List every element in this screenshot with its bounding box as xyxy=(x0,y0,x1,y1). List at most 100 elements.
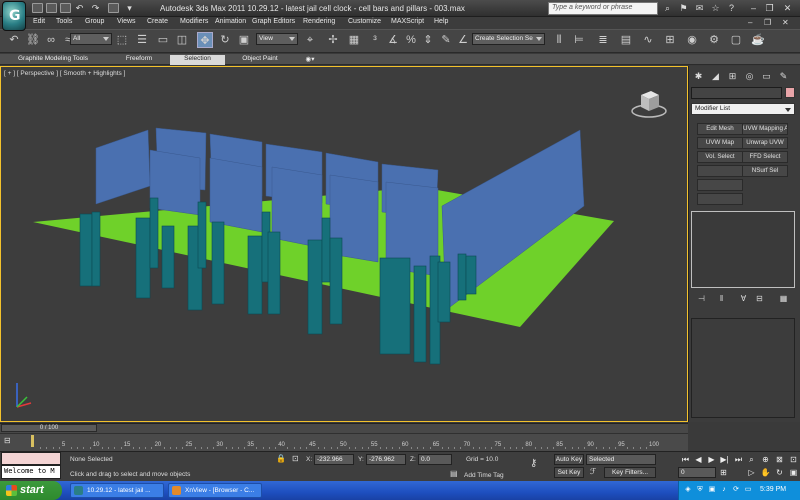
doc-restore-icon[interactable]: ❐ xyxy=(764,18,771,27)
show-end-result-icon[interactable]: ‖ xyxy=(716,294,727,304)
previous-frame-icon[interactable]: ◀ xyxy=(693,455,704,465)
wall-panel[interactable] xyxy=(95,129,151,205)
undo-tool-icon[interactable]: ↶ xyxy=(6,32,22,48)
menu-views[interactable]: Views xyxy=(117,18,136,25)
menu-animation[interactable]: Animation xyxy=(215,18,246,25)
create-tab-icon[interactable]: ✱ xyxy=(692,70,705,83)
zoom-icon[interactable]: ⌕ xyxy=(746,455,757,465)
tray-security-icon[interactable]: ⛨ xyxy=(696,486,704,494)
tray-network-icon[interactable]: ◈ xyxy=(684,486,692,494)
orbit-icon[interactable]: ↻ xyxy=(774,468,785,478)
vol-select-button[interactable]: Vol. Select xyxy=(697,151,743,163)
keyboard-shortcut-icon[interactable]: ▦ xyxy=(346,32,362,48)
uvw-map-button[interactable]: UVW Map xyxy=(697,137,743,149)
selection-filter-dropdown[interactable]: All xyxy=(70,33,112,45)
key-mode-dropdown[interactable]: Selected xyxy=(586,454,656,465)
pillar[interactable] xyxy=(329,237,343,325)
pillar[interactable] xyxy=(91,211,101,287)
reference-coordinate-dropdown[interactable]: View xyxy=(256,33,298,45)
edit-mesh-button[interactable]: Edit Mesh xyxy=(697,123,743,135)
tray-update-icon[interactable]: ⟳ xyxy=(732,486,740,494)
pillar[interactable] xyxy=(413,265,427,363)
tab-selection[interactable]: Selection xyxy=(170,55,225,65)
schematic-view-icon[interactable]: ⊞ xyxy=(662,32,678,48)
go-to-start-icon[interactable]: ⏮ xyxy=(680,455,691,465)
graphite-toggle-icon[interactable]: ▤ xyxy=(618,32,634,48)
named-selection-sets-dropdown[interactable]: Create Selection Se xyxy=(472,33,545,45)
align-icon[interactable]: ⊨ xyxy=(571,32,587,48)
z-coordinate-field[interactable]: 0.0 xyxy=(418,454,452,465)
menu-edit[interactable]: Edit xyxy=(33,18,45,25)
next-frame-icon[interactable]: ▶| xyxy=(719,455,730,465)
menu-customize[interactable]: Customize xyxy=(348,18,381,25)
time-slider-thumb[interactable]: 0 / 100 xyxy=(1,424,97,432)
pivot-center-icon[interactable]: ⌖ xyxy=(302,32,318,48)
object-color-swatch[interactable] xyxy=(785,87,795,98)
set-key-button[interactable]: Set Key xyxy=(554,467,584,478)
select-and-rotate-icon[interactable]: ↻ xyxy=(217,32,233,48)
tray-app-icon[interactable]: ▣ xyxy=(708,486,716,494)
viewport-label-menu[interactable]: [ + ] [ Perspective ] [ Smooth + Highlig… xyxy=(4,70,125,77)
percent-snap-icon[interactable]: % xyxy=(403,32,419,48)
pillar[interactable] xyxy=(211,221,225,305)
lock-selection-icon[interactable]: 🔒 xyxy=(276,454,286,463)
mini-curve-editor-icon[interactable]: ⊟ xyxy=(4,436,18,446)
communication-icon[interactable]: ✉ xyxy=(694,3,705,14)
perspective-viewport[interactable] xyxy=(0,66,688,422)
redo-icon[interactable]: ↷ xyxy=(90,3,101,14)
minimize-icon[interactable]: – xyxy=(748,3,759,14)
maximize-viewport-icon[interactable]: ▣ xyxy=(788,468,799,478)
pillar[interactable] xyxy=(457,253,467,301)
menu-modifiers[interactable]: Modifiers xyxy=(180,18,208,25)
pillar[interactable] xyxy=(161,225,175,289)
named-selection-icon[interactable]: ∠ xyxy=(455,32,471,48)
edit-named-selection-icon[interactable]: ✎ xyxy=(438,32,454,48)
default-in-out-tangent-icon[interactable]: ℱ xyxy=(590,467,596,476)
wall-panel[interactable] xyxy=(209,157,263,233)
make-unique-icon[interactable]: ∀ xyxy=(738,294,749,304)
layer-manager-icon[interactable]: ≣ xyxy=(595,32,611,48)
taskbar-item-3dsmax[interactable]: 10.29.12 - latest jail ... xyxy=(70,483,164,498)
empty-modifier-button[interactable] xyxy=(697,193,743,205)
ffd-select-button[interactable]: FFD Select xyxy=(742,151,788,163)
view-cube[interactable] xyxy=(629,85,669,119)
maxscript-listener-input[interactable] xyxy=(1,452,61,465)
time-slider-track[interactable] xyxy=(0,423,688,433)
time-tag-icon[interactable]: ▤ xyxy=(450,469,458,478)
pan-view-icon[interactable]: ✋ xyxy=(760,468,771,478)
pillar[interactable] xyxy=(379,257,411,355)
hierarchy-tab-icon[interactable]: ⊞ xyxy=(726,70,739,83)
material-editor-icon[interactable]: ◉ xyxy=(684,32,700,48)
key-filters-button[interactable]: Key Filters... xyxy=(604,467,656,478)
menu-rendering[interactable]: Rendering xyxy=(303,18,335,25)
pillar[interactable] xyxy=(247,235,263,315)
spinner-snap-icon[interactable]: ⇕ xyxy=(420,32,436,48)
help-icon[interactable]: ? xyxy=(726,3,737,14)
mirror-icon[interactable]: ⫴ xyxy=(551,32,567,48)
pillar[interactable] xyxy=(135,217,151,299)
snaps-toggle-icon[interactable]: ³ xyxy=(367,32,383,48)
empty-modifier-button[interactable] xyxy=(697,179,743,191)
uvw-mapping-add-button[interactable]: UVW Mapping Ad xyxy=(742,123,788,135)
ribbon-options-icon[interactable]: ◉▾ xyxy=(302,55,318,65)
zoom-extents-icon[interactable]: ⊠ xyxy=(774,455,785,465)
tray-display-icon[interactable]: ▭ xyxy=(744,486,752,494)
window-crossing-icon[interactable]: ◫ xyxy=(174,32,190,48)
select-and-move-icon[interactable]: ✥ xyxy=(197,32,213,48)
render-production-icon[interactable]: ☕ xyxy=(750,32,766,48)
doc-close-icon[interactable]: ✕ xyxy=(782,18,789,27)
menu-graph-editors[interactable]: Graph Editors xyxy=(252,18,295,25)
remove-modifier-icon[interactable]: ⊟ xyxy=(754,294,765,304)
close-icon[interactable]: ✕ xyxy=(782,3,793,14)
x-coordinate-field[interactable]: -232.966 xyxy=(314,454,354,465)
tab-graphite-modeling-tools[interactable]: Graphite Modeling Tools xyxy=(8,55,98,65)
modify-tab-icon[interactable]: ◢ xyxy=(709,70,722,83)
menu-help[interactable]: Help xyxy=(434,18,448,25)
pin-stack-icon[interactable]: ⊣ xyxy=(696,294,707,304)
favorites-icon[interactable]: ☆ xyxy=(710,3,721,14)
new-file-icon[interactable] xyxy=(32,3,43,13)
subscription-icon[interactable]: ⚑ xyxy=(678,3,689,14)
go-to-end-icon[interactable]: ⏭ xyxy=(733,455,744,465)
select-and-scale-icon[interactable]: ▣ xyxy=(236,32,252,48)
pillar[interactable] xyxy=(79,213,93,287)
